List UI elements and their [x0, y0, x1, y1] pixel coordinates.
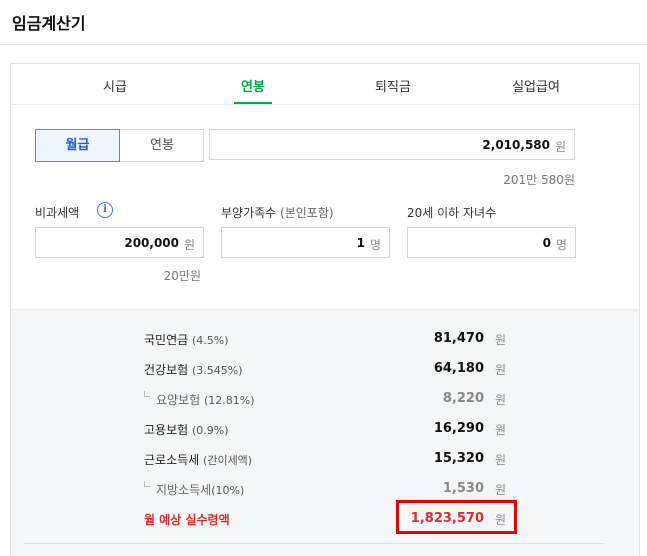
tab-hourly[interactable]: 시급 — [95, 76, 135, 95]
salary-input[interactable]: 2,010,580 원 — [209, 129, 575, 160]
calculator-tabs: 시급 연봉 퇴직금 실업급여 — [11, 64, 639, 105]
results-panel: 국민연금 (4.5%) 81,470 원 건강보험 (3.545%) 64,18… — [11, 309, 639, 556]
deduction-name: 근로소득세 (간이세액) — [144, 453, 253, 467]
deduction-row-employment: 고용보험 (0.9%) 16,290 원 — [11, 421, 639, 441]
dependents-value: 1 — [356, 236, 365, 250]
info-icon[interactable]: i — [97, 202, 113, 218]
deduction-row-local-tax: 지방소득세(10%) 1,530 원 — [11, 481, 639, 501]
nontaxable-unit: 원 — [183, 238, 195, 252]
calculator-card: 시급 연봉 퇴직금 실업급여 월급 연봉 2,010,580 원 201만 58… — [10, 63, 640, 556]
deduction-name: 고용보험 (0.9%) — [144, 423, 229, 437]
deduction-name: 건강보험 (3.545%) — [144, 363, 243, 377]
monthly-option-button[interactable]: 월급 — [35, 129, 120, 162]
dependents-input[interactable]: 1 명 — [221, 227, 390, 258]
children-label: 20세 이하 자녀수 — [407, 206, 497, 220]
deduction-amount: 15,320 — [433, 451, 484, 466]
dependents-label-text: 부양가족수 — [221, 206, 277, 220]
deduction-row-longterm-care: 요양보험 (12.81%) 8,220 원 — [11, 391, 639, 411]
net-pay-highlight-box — [396, 500, 517, 534]
net-pay-row: 월 예상 실수령액 1,823,570 원 — [11, 511, 639, 531]
deduction-amount: 64,180 — [433, 361, 484, 376]
active-tab-indicator — [234, 102, 272, 104]
salary-unit: 원 — [554, 140, 566, 154]
sub-item-corner-icon — [144, 391, 150, 397]
nontaxable-input[interactable]: 200,000 원 — [35, 227, 204, 258]
deduction-row-pension: 국민연금 (4.5%) 81,470 원 — [11, 331, 639, 351]
children-input[interactable]: 0 명 — [407, 227, 576, 258]
pay-period-toggle: 월급 연봉 — [35, 129, 204, 162]
salary-hint: 201만 580원 — [503, 173, 575, 187]
children-unit: 명 — [555, 238, 567, 252]
page-title: 임금계산기 — [12, 14, 86, 33]
deduction-amount: 16,290 — [433, 421, 484, 436]
deduction-row-health: 건강보험 (3.545%) 64,180 원 — [11, 361, 639, 381]
deduction-unit: 원 — [495, 423, 507, 437]
deduction-name: 국민연금 (4.5%) — [144, 333, 229, 347]
deduction-amount: 81,470 — [433, 331, 484, 346]
nontaxable-value: 200,000 — [124, 236, 179, 250]
tab-severance[interactable]: 퇴직금 — [365, 76, 421, 95]
bottom-divider — [24, 543, 604, 544]
deduction-unit: 원 — [495, 453, 507, 467]
deduction-amount: 8,220 — [442, 391, 484, 406]
deduction-row-income-tax: 근로소득세 (간이세액) 15,320 원 — [11, 451, 639, 471]
dependents-unit: 명 — [369, 238, 381, 252]
dependents-label-note: (본인포함) — [280, 206, 334, 220]
title-divider — [0, 44, 647, 45]
children-value: 0 — [542, 236, 551, 250]
deduction-unit: 원 — [495, 483, 507, 497]
deduction-amount: 1,530 — [442, 481, 484, 496]
dependents-label: 부양가족수 (본인포함) — [221, 204, 334, 221]
deduction-unit: 원 — [495, 393, 507, 407]
nontaxable-label: 비과세액 — [35, 206, 80, 220]
deduction-unit: 원 — [495, 363, 507, 377]
annual-option-button[interactable]: 연봉 — [120, 130, 204, 161]
tab-unemployment[interactable]: 실업급여 — [501, 76, 571, 95]
nontaxable-hint: 20만원 — [163, 269, 201, 283]
salary-value: 2,010,580 — [482, 138, 550, 152]
deduction-name: 지방소득세(10%) — [156, 483, 245, 497]
tab-annual-salary[interactable]: 연봉 — [233, 76, 273, 95]
sub-item-corner-icon — [144, 481, 150, 487]
deduction-unit: 원 — [495, 333, 507, 347]
deduction-name: 요양보험 (12.81%) — [156, 393, 255, 407]
net-pay-label: 월 예상 실수령액 — [144, 513, 230, 527]
